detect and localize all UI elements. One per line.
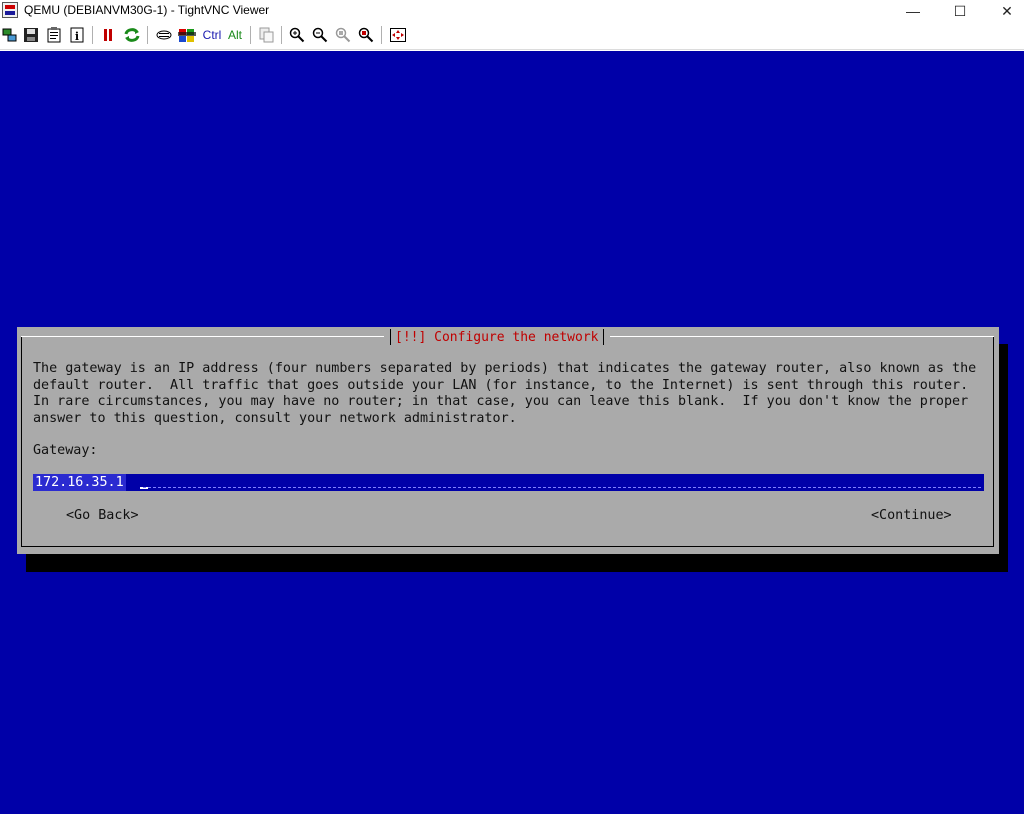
ctrl-esc-icon[interactable] [178,26,196,44]
gateway-description: The gateway is an IP address (four numbe… [33,361,993,427]
gateway-input[interactable]: 172.16.35.1 [33,474,984,491]
clipboard-icon[interactable] [258,26,274,44]
zoom-100-icon[interactable] [335,26,351,44]
window-title: QEMU (DEBIANVM30G-1) - TightVNC Viewer [24,3,270,17]
description-line: default router. All traffic that goes ou… [33,377,969,393]
description-line: In rare circumstances, you may have no r… [33,394,969,409]
svg-text:i: i [75,30,79,43]
vnc-toolbar: i Ctrl Alt [0,22,1024,50]
dialog-title-box: [!!] Configure the network [384,327,610,347]
zoom-out-icon[interactable] [312,26,328,44]
zoom-in-icon[interactable] [289,26,305,44]
pause-icon[interactable] [100,26,116,44]
zoom-auto-icon[interactable] [358,26,374,44]
gateway-label: Gateway: [33,443,98,458]
title-right-bar [602,329,604,345]
close-button[interactable]: ✕ [984,0,1024,22]
go-back-button[interactable]: <Go Back> [66,508,139,523]
input-fill-underline [143,487,981,488]
title-left-bar [390,329,391,345]
ctrl-key-button[interactable]: Ctrl [201,26,223,44]
save-icon[interactable] [23,26,39,44]
dialog-title: [!!] Configure the network [395,329,599,345]
alt-key-button[interactable]: Alt [226,26,244,44]
gateway-input-value[interactable]: 172.16.35.1 [33,474,126,491]
maximize-button[interactable]: ☐ [937,0,983,22]
continue-button[interactable]: <Continue> [871,508,952,523]
refresh-icon[interactable] [123,26,141,44]
ctrl-alt-del-icon[interactable] [155,26,173,44]
info-icon[interactable]: i [69,26,85,44]
description-line: answer to this question, consult your ne… [33,410,517,426]
fullscreen-icon[interactable] [389,26,407,44]
new-connection-icon[interactable] [2,26,18,44]
tightvnc-app-icon[interactable] [2,2,18,18]
configure-network-dialog: [!!] Configure the network The gateway i… [17,327,999,554]
minimize-button[interactable]: — [890,0,936,22]
options-icon[interactable] [46,26,62,44]
description-line: The gateway is an IP address (four numbe… [33,361,977,376]
window-titlebar: QEMU (DEBIANVM30G-1) - TightVNC Viewer —… [0,0,1024,22]
